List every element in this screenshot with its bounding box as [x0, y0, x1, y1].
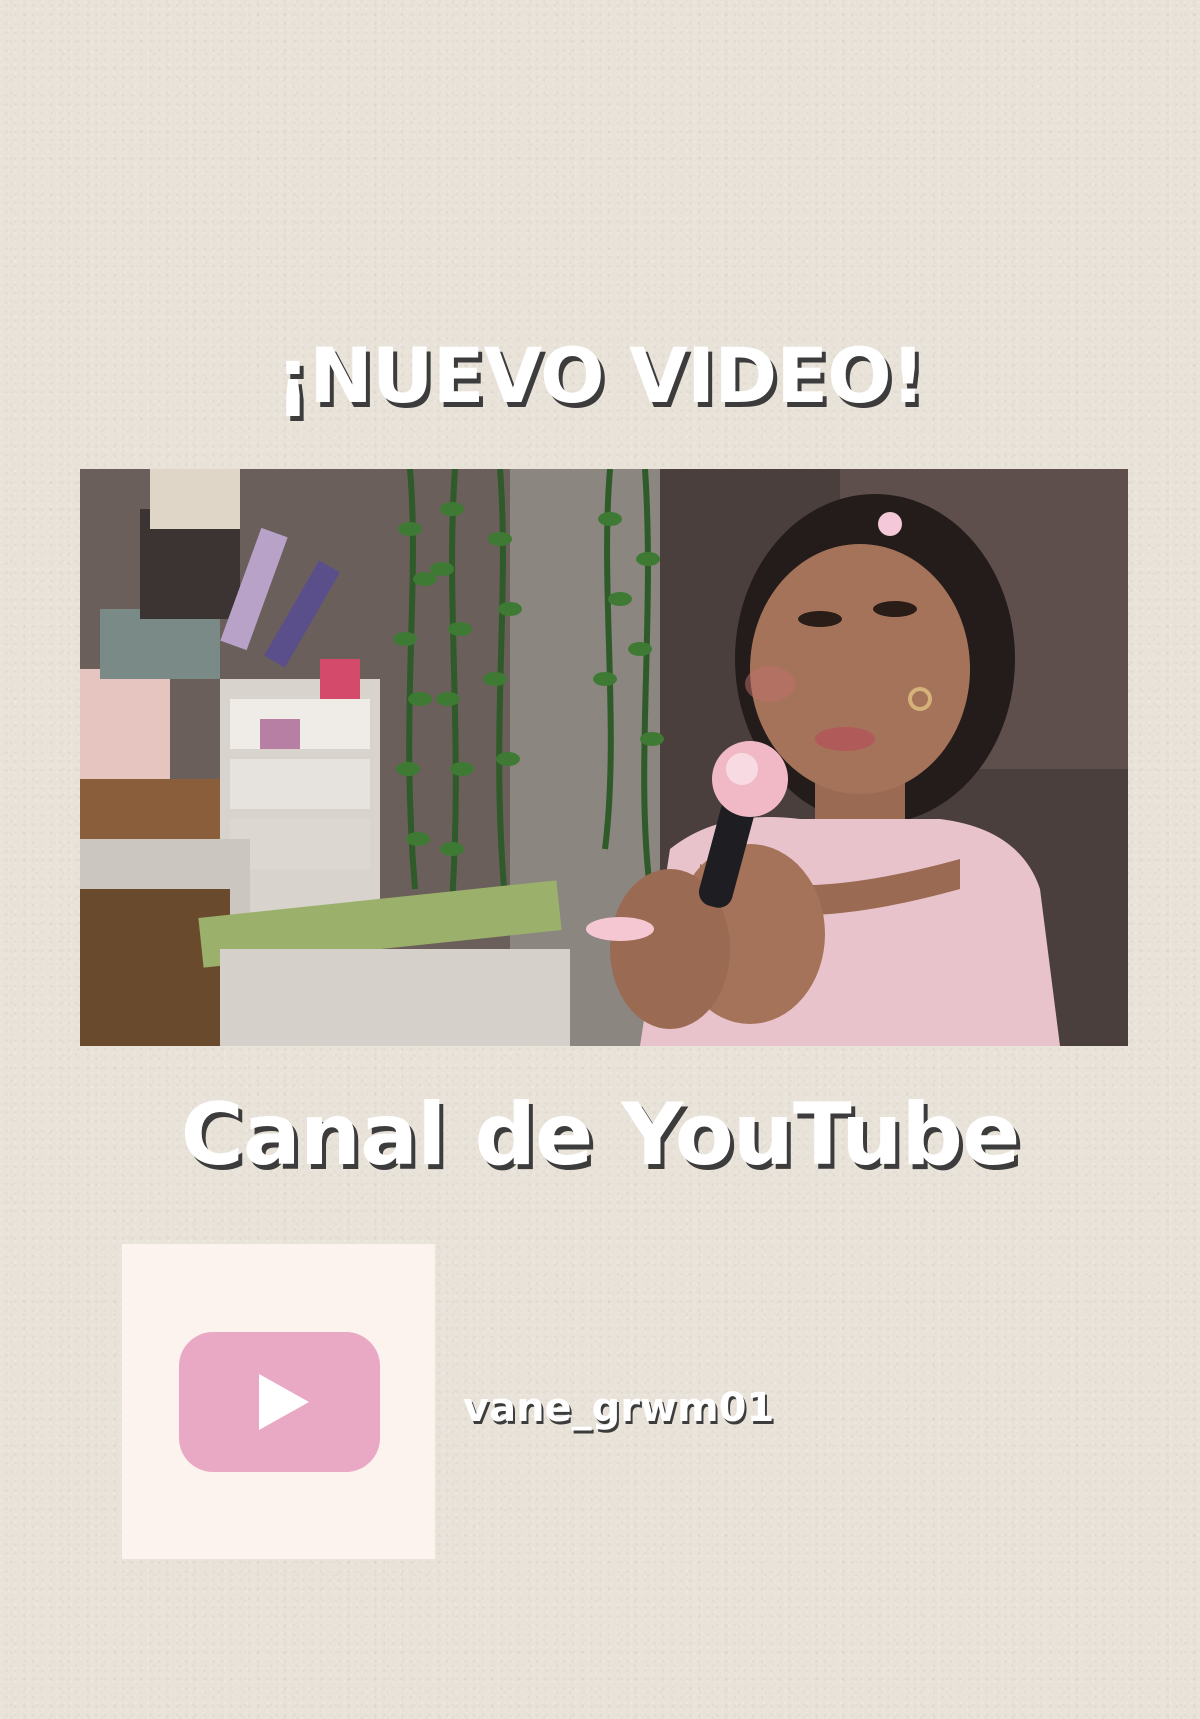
- channel-title: Canal de YouTube: [180, 1085, 1021, 1185]
- video-thumbnail[interactable]: [80, 469, 1128, 1046]
- channel-handle[interactable]: vane_grwm01: [463, 1388, 774, 1428]
- thumbnail-illustration: [80, 469, 1128, 1046]
- youtube-card[interactable]: [122, 1244, 435, 1559]
- headline-title: ¡NUEVO VIDEO!: [275, 331, 926, 420]
- youtube-play-icon[interactable]: [179, 1332, 380, 1472]
